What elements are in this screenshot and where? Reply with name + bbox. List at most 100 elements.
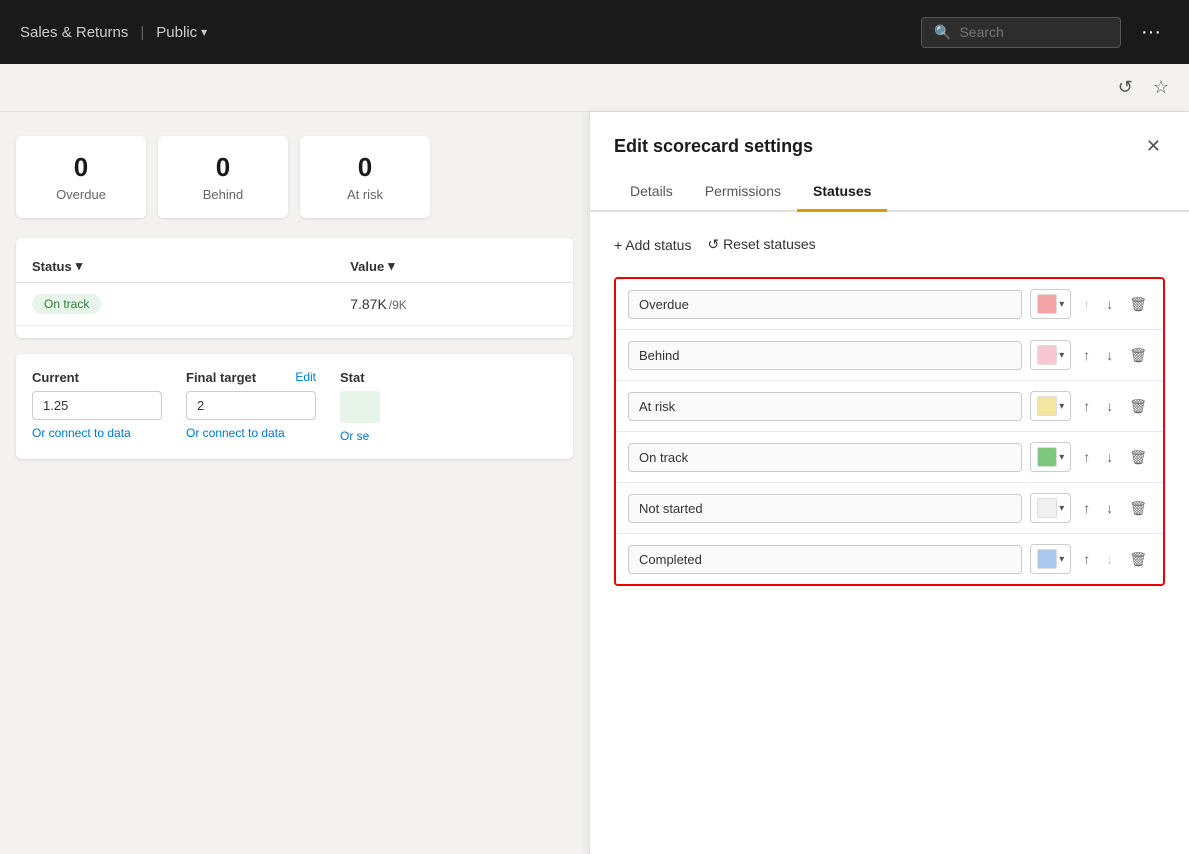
row-value-cell: 7.87K /9K xyxy=(350,296,557,312)
color-swatch-completed xyxy=(1037,549,1057,569)
title-separator: | xyxy=(140,24,144,41)
favorite-button[interactable]: ☆ xyxy=(1149,73,1173,102)
delete-ontrack[interactable]: 🗑 xyxy=(1125,445,1151,470)
visibility-dropdown[interactable]: Public ▾ xyxy=(156,24,207,41)
bottom-fields: Current Or connect to data Final target … xyxy=(32,370,557,443)
color-picker-overdue[interactable]: ▾ xyxy=(1030,289,1071,319)
color-swatch-overdue xyxy=(1037,294,1057,314)
bottom-info: Current Or connect to data Final target … xyxy=(16,354,573,459)
nav-right: 🔍 ··· xyxy=(921,17,1169,48)
move-up-behind[interactable]: ↑ xyxy=(1079,344,1094,366)
panel-actions: + Add status ↺ Reset statuses xyxy=(614,232,1165,257)
current-input[interactable] xyxy=(32,391,162,420)
current-label: Current xyxy=(32,370,162,385)
top-nav: Sales & Returns | Public ▾ 🔍 ··· xyxy=(0,0,1189,64)
main-area: 0 Overdue 0 Behind 0 At risk Status ▾ xyxy=(0,112,1189,854)
final-target-label: Final target xyxy=(186,370,256,385)
status-item-completed: ▾ ↑ ↓ 🗑 xyxy=(616,534,1163,584)
reset-statuses-button[interactable]: ↺ Reset statuses xyxy=(707,232,815,257)
panel-header: Edit scorecard settings ✕ xyxy=(590,112,1189,161)
color-swatch-notstarted xyxy=(1037,498,1057,518)
color-picker-behind[interactable]: ▾ xyxy=(1030,340,1071,370)
status-name-input-notstarted[interactable] xyxy=(628,494,1022,523)
status-item-ontrack: ▾ ↑ ↓ 🗑 xyxy=(616,432,1163,483)
color-picker-ontrack[interactable]: ▾ xyxy=(1030,442,1071,472)
edit-link[interactable]: Edit xyxy=(295,370,316,384)
delete-atrisk[interactable]: 🗑 xyxy=(1125,394,1151,419)
color-swatch-ontrack xyxy=(1037,447,1057,467)
overdue-label: Overdue xyxy=(40,187,122,202)
nav-title-area: Sales & Returns | Public ▾ xyxy=(20,24,207,41)
visibility-label: Public xyxy=(156,24,197,41)
move-down-behind[interactable]: ↓ xyxy=(1102,344,1117,366)
more-options-button[interactable]: ··· xyxy=(1133,17,1169,48)
status-name-input-atrisk[interactable] xyxy=(628,392,1022,421)
status-field-group: Stat Or se xyxy=(340,370,380,443)
move-down-ontrack[interactable]: ↓ xyxy=(1102,446,1117,468)
status-item-behind: ▾ ↑ ↓ 🗑 xyxy=(616,330,1163,381)
sub-nav: ↺ ☆ xyxy=(0,64,1189,112)
overdue-card: 0 Overdue xyxy=(16,136,146,218)
status-badge[interactable]: On track xyxy=(32,294,101,314)
row-value: 7.87K xyxy=(350,296,387,312)
color-chevron-completed: ▾ xyxy=(1059,554,1064,565)
add-status-button[interactable]: + Add status xyxy=(614,232,691,257)
move-down-atrisk[interactable]: ↓ xyxy=(1102,395,1117,417)
search-icon: 🔍 xyxy=(934,24,951,41)
or-se-link[interactable]: Or se xyxy=(340,429,380,443)
delete-notstarted[interactable]: 🗑 xyxy=(1125,496,1151,521)
color-picker-notstarted[interactable]: ▾ xyxy=(1030,493,1071,523)
search-input[interactable] xyxy=(959,24,1108,40)
value-column-header[interactable]: Value ▾ xyxy=(350,258,557,274)
search-box[interactable]: 🔍 xyxy=(921,17,1121,48)
behind-label: Behind xyxy=(182,187,264,202)
status-name-input-behind[interactable] xyxy=(628,341,1022,370)
color-chevron-atrisk: ▾ xyxy=(1059,401,1064,412)
tab-statuses[interactable]: Statuses xyxy=(797,173,887,212)
visibility-chevron: ▾ xyxy=(201,25,207,39)
move-up-notstarted[interactable]: ↑ xyxy=(1079,497,1094,519)
tab-details[interactable]: Details xyxy=(614,173,689,212)
status-col-label: Stat xyxy=(340,370,380,385)
delete-completed[interactable]: 🗑 xyxy=(1125,547,1151,572)
delete-overdue[interactable]: 🗑 xyxy=(1125,292,1151,317)
close-panel-button[interactable]: ✕ xyxy=(1142,132,1165,161)
move-down-overdue[interactable]: ↓ xyxy=(1102,293,1117,315)
move-up-overdue[interactable]: ↑ xyxy=(1079,293,1094,315)
scorecard-title: Sales & Returns xyxy=(20,24,128,41)
color-swatch-behind xyxy=(1037,345,1057,365)
move-down-completed[interactable]: ↓ xyxy=(1102,548,1117,570)
value-dropdown-icon: ▾ xyxy=(388,258,395,274)
table-area: Status ▾ Value ▾ On track 7.87K /9K xyxy=(16,238,573,338)
move-down-notstarted[interactable]: ↓ xyxy=(1102,497,1117,519)
overdue-value: 0 xyxy=(40,152,122,183)
connect-data-link-1[interactable]: Or connect to data xyxy=(32,426,162,440)
status-name-input-completed[interactable] xyxy=(628,545,1022,574)
behind-value: 0 xyxy=(182,152,264,183)
status-list: ▾ ↑ ↓ 🗑 ▾ ↑ ↓ 🗑 xyxy=(614,277,1165,586)
move-up-atrisk[interactable]: ↑ xyxy=(1079,395,1094,417)
row-status-cell: On track xyxy=(32,295,342,313)
metric-cards: 0 Overdue 0 Behind 0 At risk xyxy=(16,136,573,218)
color-chevron-overdue: ▾ xyxy=(1059,299,1064,310)
final-target-field-group: Final target Edit Or connect to data xyxy=(186,370,316,443)
behind-card: 0 Behind xyxy=(158,136,288,218)
atrisk-value: 0 xyxy=(324,152,406,183)
row-value-unit: /9K xyxy=(389,298,407,312)
connect-data-link-2[interactable]: Or connect to data xyxy=(186,426,316,440)
delete-behind[interactable]: 🗑 xyxy=(1125,343,1151,368)
status-column-header[interactable]: Status ▾ xyxy=(32,258,342,274)
status-name-input-overdue[interactable] xyxy=(628,290,1022,319)
status-name-input-ontrack[interactable] xyxy=(628,443,1022,472)
refresh-button[interactable]: ↺ xyxy=(1114,73,1137,102)
color-picker-completed[interactable]: ▾ xyxy=(1030,544,1071,574)
color-chevron-notstarted: ▾ xyxy=(1059,503,1064,514)
final-target-input[interactable] xyxy=(186,391,316,420)
color-picker-atrisk[interactable]: ▾ xyxy=(1030,391,1071,421)
move-up-ontrack[interactable]: ↑ xyxy=(1079,446,1094,468)
color-chevron-behind: ▾ xyxy=(1059,350,1064,361)
move-up-completed[interactable]: ↑ xyxy=(1079,548,1094,570)
status-dropdown-icon: ▾ xyxy=(76,258,83,274)
color-chevron-ontrack: ▾ xyxy=(1059,452,1064,463)
tab-permissions[interactable]: Permissions xyxy=(689,173,797,212)
